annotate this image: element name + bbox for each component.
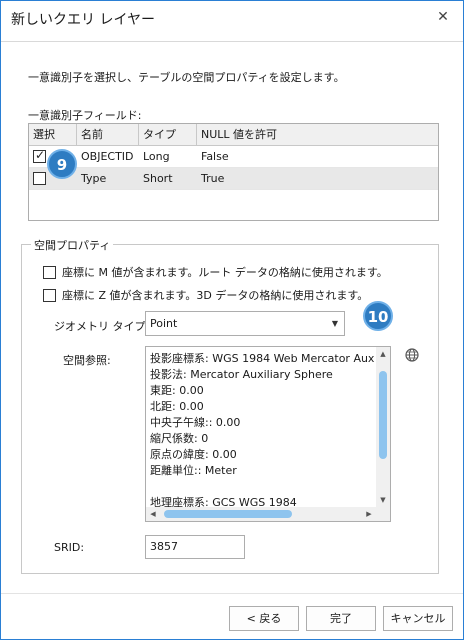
has-z-label: 座標に Z 値が含まれます。3D データの格納に使用されます。	[62, 289, 369, 302]
row-nullable: True	[201, 172, 225, 185]
check-icon: ✓	[35, 148, 46, 162]
dialog-title: 新しいクエリ レイヤー	[11, 12, 156, 28]
step-badge-9: 9	[47, 149, 77, 179]
step-badge-10: 10	[363, 301, 393, 331]
spatial-ref-line: 中央子午線:: 0.00	[150, 416, 241, 429]
spatial-ref-line: 東距: 0.00	[150, 384, 204, 397]
spatial-ref-line: 縮尺係数: 0	[150, 432, 209, 445]
table-row[interactable]: ✓ OBJECTID Long False	[29, 146, 438, 168]
has-m-label: 座標に M 値が含まれます。ルート データの格納に使用されます。	[62, 266, 388, 279]
spatial-ref-line: 投影座標系: WGS 1984 Web Mercator Auxiliary S…	[150, 352, 374, 365]
unique-id-label: 一意識別子フィールド:	[28, 109, 142, 122]
spatial-ref-text: 投影座標系: WGS 1984 Web Mercator Auxiliary S…	[150, 351, 374, 511]
horizontal-scroll-thumb[interactable]	[164, 510, 292, 518]
has-z-option[interactable]: 座標に Z 値が含まれます。3D データの格納に使用されます。	[43, 287, 368, 303]
geometry-type-value: Point	[150, 317, 178, 330]
horizontal-scrollbar[interactable]: ◀ ▶	[146, 507, 376, 521]
divider	[1, 41, 463, 42]
vertical-scrollbar[interactable]: ▲ ▼	[376, 347, 390, 507]
select-checkbox[interactable]	[33, 172, 46, 185]
scroll-corner	[376, 507, 390, 521]
spatial-ref-box[interactable]: 投影座標系: WGS 1984 Web Mercator Auxiliary S…	[145, 346, 391, 522]
geometry-type-select[interactable]: Point ▼	[145, 311, 345, 336]
srid-field[interactable]: 3857	[145, 535, 245, 559]
column-header-nullable[interactable]: NULL 値を許可	[197, 124, 440, 146]
spatial-ref-label: 空間参照:	[63, 354, 111, 367]
spatial-properties-legend: 空間プロパティ	[31, 237, 114, 253]
spatial-ref-line: 北距: 0.00	[150, 400, 204, 413]
vertical-scroll-thumb[interactable]	[379, 371, 387, 459]
row-name: Type	[81, 172, 107, 185]
scroll-down-icon[interactable]: ▼	[376, 493, 390, 507]
unique-id-grid: 選択 名前 タイプ NULL 値を許可 ✓ OBJECTID Long Fals…	[28, 123, 439, 221]
table-row[interactable]: Type Short True	[29, 168, 438, 190]
grid-header: 選択 名前 タイプ NULL 値を許可	[29, 124, 438, 146]
intro-text: 一意識別子を選択し、テーブルの空間プロパティを設定します。	[28, 71, 345, 84]
srid-label: SRID:	[54, 541, 85, 554]
column-header-type[interactable]: タイプ	[139, 124, 197, 146]
divider	[1, 593, 463, 594]
row-type: Short	[143, 172, 173, 185]
select-checkbox[interactable]: ✓	[33, 148, 46, 163]
back-button[interactable]: < 戻る	[229, 606, 299, 631]
finish-button[interactable]: 完了	[306, 606, 376, 631]
scroll-left-icon[interactable]: ◀	[146, 507, 160, 521]
spatial-ref-line: 投影法: Mercator Auxiliary Sphere	[150, 368, 333, 381]
spatial-ref-line: 原点の緯度: 0.00	[150, 448, 237, 461]
column-header-name[interactable]: 名前	[77, 124, 139, 146]
row-nullable: False	[201, 150, 229, 163]
cancel-button[interactable]: キャンセル	[383, 606, 453, 631]
has-m-option[interactable]: 座標に M 値が含まれます。ルート データの格納に使用されます。	[43, 264, 388, 280]
spatial-ref-line: 距離単位:: Meter	[150, 464, 237, 477]
close-icon[interactable]: ✕	[433, 7, 453, 27]
dialog-window: 新しいクエリ レイヤー ✕ 一意識別子を選択し、テーブルの空間プロパティを設定し…	[0, 0, 464, 640]
has-m-checkbox[interactable]	[43, 265, 56, 279]
spatial-ref-line	[150, 479, 374, 495]
row-type: Long	[143, 150, 170, 163]
column-header-select[interactable]: 選択	[29, 124, 77, 146]
has-z-checkbox[interactable]	[43, 288, 56, 302]
scroll-right-icon[interactable]: ▶	[362, 507, 376, 521]
scroll-up-icon[interactable]: ▲	[376, 347, 390, 361]
row-name: OBJECTID	[81, 150, 134, 163]
globe-icon[interactable]	[405, 348, 419, 362]
chevron-down-icon: ▼	[331, 319, 338, 328]
geometry-type-label: ジオメトリ タイプ:	[54, 320, 150, 333]
